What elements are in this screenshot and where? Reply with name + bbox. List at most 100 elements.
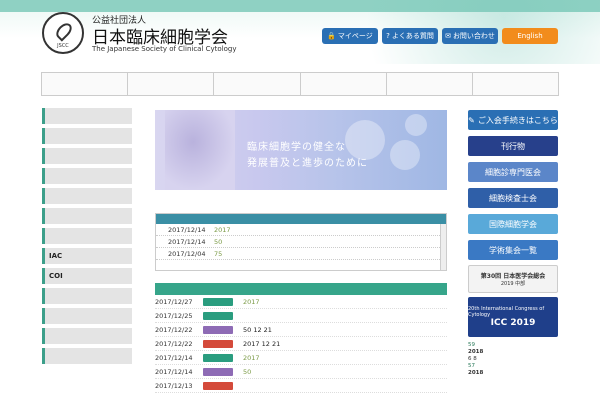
sidebar-item[interactable] [42, 208, 132, 224]
note-line[interactable]: 57 [468, 363, 558, 370]
topics-link[interactable]: 50 [214, 238, 434, 246]
note-line[interactable]: 59 [468, 342, 558, 349]
cytotechnologist-banner[interactable]: 細胞検査士会 [468, 188, 558, 208]
medical-congress-banner[interactable]: 第30回 日本医学会総会 2019 中部 [468, 265, 558, 293]
congress-title: 第30回 日本医学会総会 [480, 273, 546, 280]
note-line: 2018 [468, 370, 484, 376]
iac-banner[interactable]: 国際細胞学会 [468, 214, 558, 234]
news-row[interactable]: 2017/12/14 50 [155, 365, 447, 379]
sidebar-nav: IAC COI [42, 108, 132, 368]
sidebar-item[interactable] [42, 168, 132, 184]
category-badge [203, 297, 233, 306]
sidebar-item-coi[interactable]: COI [42, 268, 132, 284]
iac-label: 国際細胞学会 [489, 219, 537, 229]
news-date: 2017/12/22 [155, 325, 193, 334]
news-date: 2017/12/25 [155, 311, 193, 320]
category-badge [203, 325, 233, 334]
gnav-item[interactable] [214, 73, 301, 95]
category-badge [203, 311, 233, 320]
news-date: 2017/12/14 [155, 367, 193, 376]
society-logo[interactable]: JSCC [42, 12, 84, 54]
news-row[interactable]: 2017/12/25 [155, 309, 447, 323]
news-row[interactable]: 2017/12/22 2017 12 21 [155, 337, 447, 351]
news-link[interactable]: 2017 [243, 354, 443, 362]
category-badge [203, 367, 233, 376]
sidebar-item[interactable] [42, 348, 132, 364]
note-line: 6 8 [468, 356, 477, 362]
mypage-button[interactable]: 🔒 マイページ [322, 28, 378, 44]
news-row[interactable]: 2017/12/14 2017 [155, 351, 447, 365]
question-icon: ? [386, 32, 390, 40]
sidebar-item[interactable] [42, 128, 132, 144]
icc-title: 20th International Congress of Cytology [468, 306, 545, 318]
news-date: 2017/12/22 [155, 339, 193, 348]
hero-line2: 発展普及と進歩のために [247, 158, 368, 169]
faq-label: よくある質問 [391, 32, 434, 40]
sidebar-item[interactable] [42, 108, 132, 124]
sidebar-item[interactable] [42, 188, 132, 204]
sidebar-item[interactable] [42, 148, 132, 164]
sidebar-item[interactable] [42, 288, 132, 304]
site-header: JSCC 公益社団法人 日本臨床細胞学会 The Japanese Societ… [0, 0, 600, 64]
news-link[interactable]: 50 [243, 368, 443, 376]
bubble-shape [390, 140, 420, 170]
gnav-item[interactable] [128, 73, 215, 95]
leaf-icon [53, 20, 75, 42]
topics-link[interactable]: 2017 [214, 226, 434, 234]
category-badge [203, 353, 233, 362]
topics-box: 2017/12/14 2017 2017/12/14 50 2017/12/04… [155, 213, 447, 271]
hero-portrait [165, 110, 235, 190]
contact-button[interactable]: ✉ お問い合わせ [442, 28, 498, 44]
mypage-label: マイページ [337, 32, 373, 40]
logo-text: JSCC [57, 43, 69, 49]
news-list: 2017/12/27 2017 2017/12/25 2017/12/22 50… [155, 283, 447, 400]
news-row[interactable]: 2017/12/27 2017 [155, 295, 447, 309]
lock-icon: 🔒 [327, 32, 336, 40]
org-name-english: The Japanese Society of Clinical Cytolog… [92, 45, 237, 53]
icc-banner[interactable]: 20th International Congress of Cytology … [468, 297, 558, 337]
gnav-item[interactable] [387, 73, 473, 95]
sidebar-item[interactable] [42, 308, 132, 324]
meetings-banner[interactable]: 学術集会一覧 [468, 240, 558, 260]
note-line: 2018 [468, 349, 484, 355]
topics-date: 2017/12/14 [168, 237, 206, 246]
global-nav [41, 72, 559, 96]
icc-sub: ICC 2019 [490, 318, 536, 328]
sidebar-item[interactable] [42, 328, 132, 344]
english-label: English [517, 32, 543, 40]
mail-icon: ✉ [445, 32, 451, 40]
right-notes: 59 2018 6 8 57 2018 [468, 342, 558, 377]
join-banner-label: ご入会手続きはこちら [477, 115, 558, 125]
specialist-banner[interactable]: 細胞診専門医会 [468, 162, 558, 182]
news-row[interactable]: 2017/12/13 [155, 379, 447, 393]
hero-line1: 臨床細胞学の健全な [247, 142, 346, 153]
sidebar-item[interactable] [42, 228, 132, 244]
news-link[interactable]: 2017 12 21 [243, 340, 443, 348]
sidebar-item-iac[interactable]: IAC [42, 248, 132, 264]
congress-sub: 2019 中部 [500, 281, 526, 287]
gnav-item[interactable] [42, 73, 129, 95]
category-badge [203, 381, 233, 390]
topics-date: 2017/12/04 [168, 249, 206, 258]
topics-scrollbar[interactable] [440, 224, 446, 270]
news-row[interactable]: 2017/12/22 50 12 21 [155, 323, 447, 337]
english-button[interactable]: English [502, 28, 558, 44]
publications-banner[interactable]: 刊行物 [468, 136, 558, 156]
specialist-label: 細胞診専門医会 [485, 167, 541, 177]
category-badge [203, 339, 233, 348]
contact-label: お問い合わせ [452, 32, 495, 40]
gnav-item[interactable] [473, 73, 558, 95]
topics-row[interactable]: 2017/12/14 2017 [156, 224, 446, 236]
topics-date: 2017/12/14 [168, 225, 206, 234]
news-date: 2017/12/13 [155, 381, 193, 390]
faq-button[interactable]: ? よくある質問 [382, 28, 438, 44]
topics-row[interactable]: 2017/12/14 50 [156, 236, 446, 248]
news-link[interactable]: 2017 [243, 298, 443, 306]
topics-link[interactable]: 75 [214, 250, 434, 258]
cytotechnologist-label: 細胞検査士会 [489, 193, 537, 203]
news-link[interactable]: 50 12 21 [243, 326, 443, 334]
topics-row[interactable]: 2017/12/04 75 [156, 248, 446, 260]
gnav-item[interactable] [301, 73, 387, 95]
topics-header [156, 214, 446, 224]
join-banner[interactable]: ✎ ご入会手続きはこちら [468, 110, 558, 130]
